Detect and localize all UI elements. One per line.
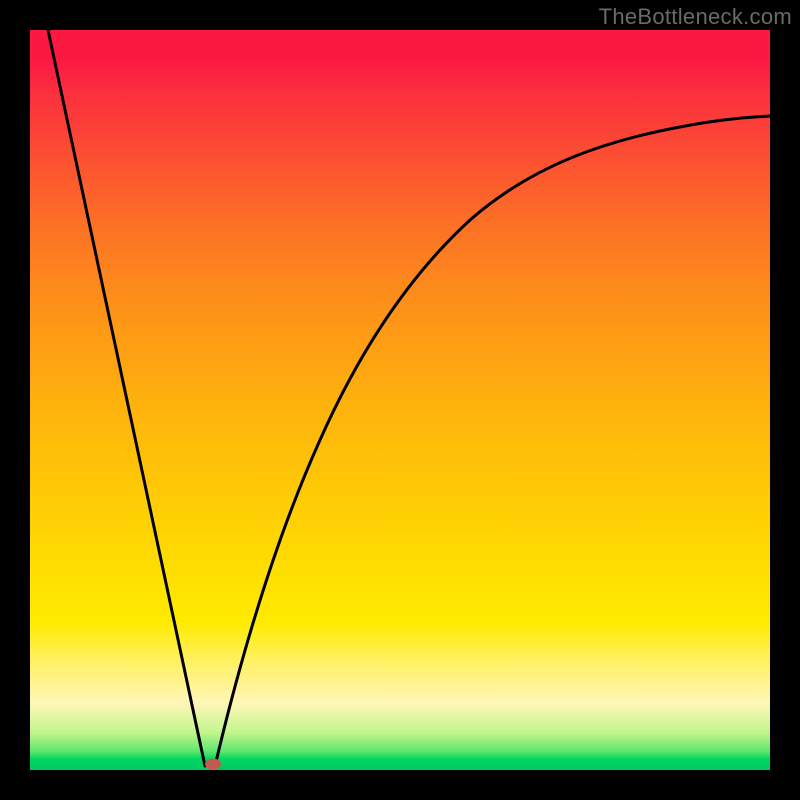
curve-left: [48, 30, 205, 766]
curve-right: [215, 116, 770, 766]
chart-frame: TheBottleneck.com: [0, 0, 800, 800]
plot-area: [30, 30, 770, 770]
highlight-marker: [205, 759, 221, 770]
watermark-label: TheBottleneck.com: [599, 4, 792, 30]
curve-layer: [30, 30, 770, 770]
